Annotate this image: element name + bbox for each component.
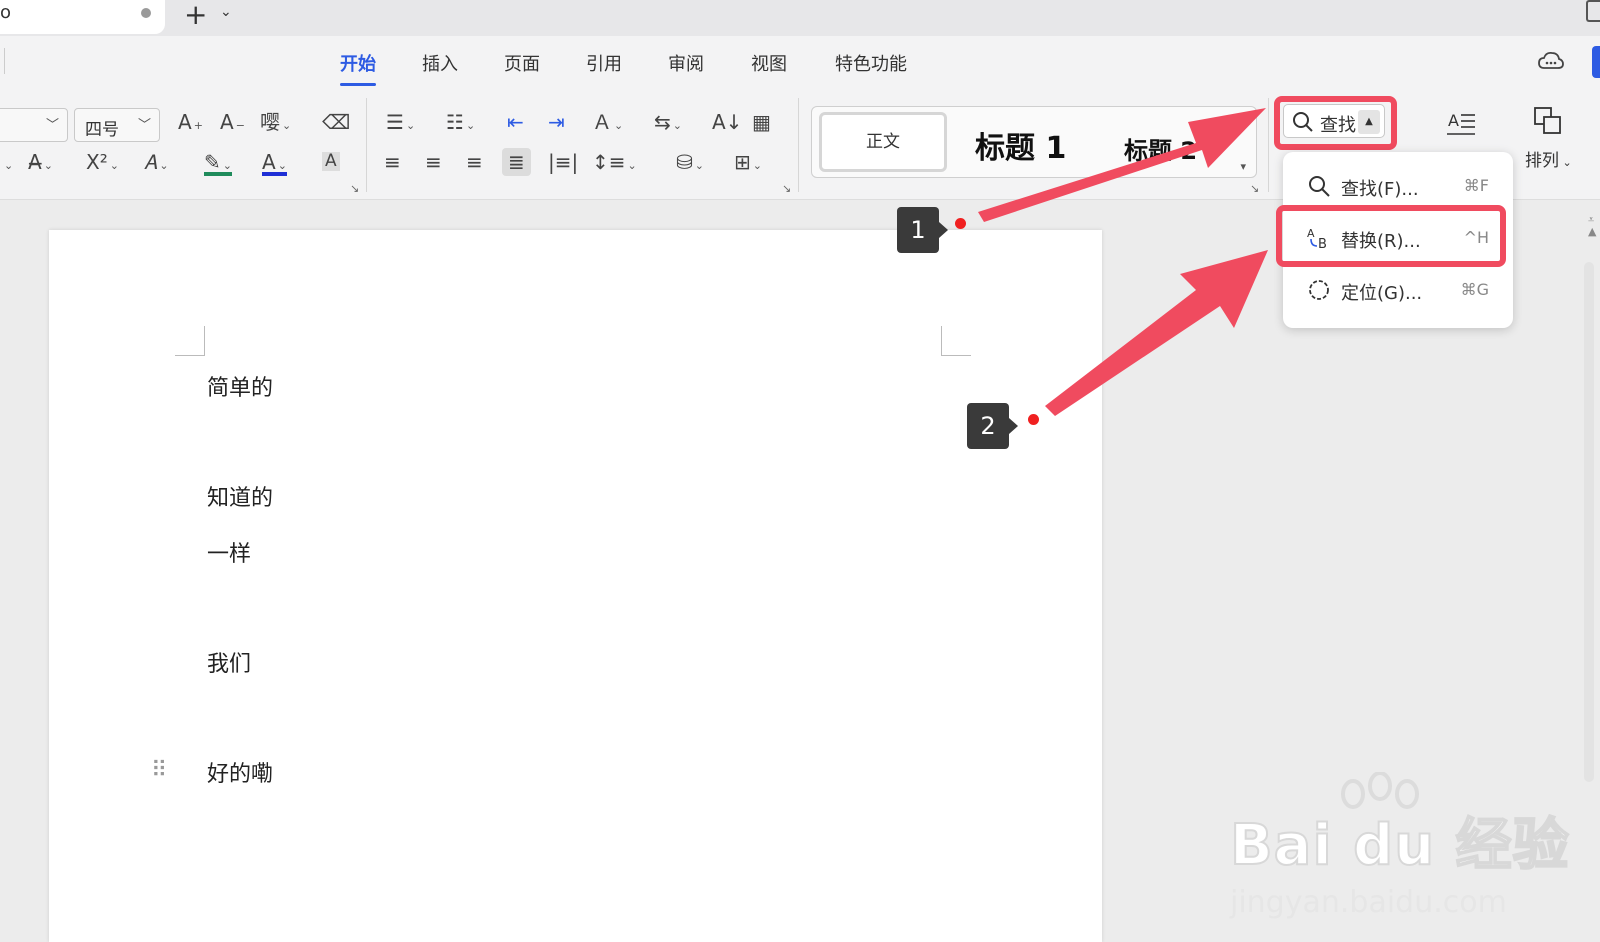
tab-home[interactable]: 开始 — [340, 50, 376, 86]
decrease-indent-icon[interactable]: ⇤ — [507, 112, 524, 132]
align-right-icon[interactable]: ≡ — [466, 152, 483, 172]
find-button-highlight — [1274, 96, 1397, 150]
style-normal[interactable]: 正文 — [819, 112, 947, 172]
paragraph-dialog-launcher-icon[interactable]: ↘ — [782, 182, 791, 195]
bullet-list-icon[interactable]: ☰ ⌄ — [386, 112, 415, 132]
increase-indent-icon[interactable]: ⇥ — [548, 112, 565, 132]
text-box-icon[interactable]: A — [1446, 110, 1476, 138]
crop-mark — [941, 326, 971, 356]
cloud-icon[interactable] — [1538, 50, 1564, 72]
font-dialog-launcher-icon[interactable]: ↘ — [350, 182, 359, 195]
tab-special-features[interactable]: 特色功能 — [835, 50, 907, 76]
divider — [1268, 98, 1269, 192]
paragraph[interactable]: 简单的 — [207, 370, 273, 402]
highlight-color-icon[interactable]: ✎ ⌄ — [204, 152, 232, 176]
tab-strip: o + ⌄ — [0, 0, 1600, 36]
numbered-list-icon[interactable]: ☷ ⌄ — [446, 112, 475, 132]
menu-item-shortcut: ⌘G — [1460, 280, 1489, 299]
font-name-select[interactable]: ﹀ — [0, 108, 68, 142]
watermark: Bai du 经验 jingyan.baidu.com — [1229, 800, 1570, 920]
paragraph[interactable]: 知道的 — [207, 480, 273, 512]
menu-item-goto[interactable]: 定位(G)... ⌘G — [1283, 264, 1513, 316]
align-left-icon[interactable]: ≡ — [384, 152, 401, 172]
document-page[interactable]: 简单的 知道的 一样 我们 好的嘞 ⠿ — [49, 230, 1102, 942]
chevron-down-icon: ﹀ — [137, 118, 151, 133]
menu-item-label: 定位(G)... — [1341, 283, 1423, 304]
paragraph[interactable]: 我们 — [207, 646, 251, 678]
line-break-icon[interactable]: ⇆ ⌄ — [654, 112, 682, 132]
marker-dot — [955, 218, 966, 229]
window-control-button[interactable] — [1586, 0, 1600, 22]
style-gallery: 正文 标题 1 标题 2 ▾ — [811, 106, 1257, 178]
align-center-icon[interactable]: ≡ — [425, 152, 442, 172]
watermark-main: Bai du 经验 — [1229, 812, 1570, 879]
divider — [4, 48, 5, 74]
character-shading-icon[interactable]: A — [322, 152, 340, 171]
borders-icon[interactable]: ⊞ ⌄ — [734, 152, 762, 172]
divider — [798, 98, 799, 192]
font-size-select[interactable]: 四号 ﹀ — [74, 108, 160, 142]
paragraph[interactable]: 好的嘞 — [207, 756, 273, 788]
callout-step-2: 2 — [967, 403, 1018, 449]
share-button[interactable] — [1592, 46, 1600, 78]
strikethrough-icon[interactable]: A̶ ⌄ — [28, 152, 53, 172]
grow-font-icon[interactable]: A + — [178, 112, 203, 132]
watermark-url: jingyan.baidu.com — [1230, 885, 1507, 920]
phonetic-guide-icon[interactable]: 嘤 ⌄ — [260, 112, 291, 132]
font-size-value: 四号 — [85, 120, 119, 140]
new-tab-button[interactable]: + — [184, 0, 207, 31]
unsaved-dot-icon — [141, 8, 151, 18]
tab-insert[interactable]: 插入 — [422, 50, 458, 76]
drag-handle-icon[interactable]: ⠿ — [151, 758, 167, 783]
svg-text:A: A — [1448, 111, 1459, 130]
font-color-icon[interactable]: A ⌄ — [262, 152, 287, 176]
replace-item-highlight — [1276, 205, 1506, 267]
chevron-down-icon: ﹀ — [45, 118, 59, 133]
document-tab-title: o — [0, 2, 12, 23]
style-heading-2[interactable]: 标题 2 — [1124, 131, 1197, 166]
search-icon — [1309, 176, 1330, 197]
paragraph[interactable]: 一样 — [207, 536, 251, 568]
callout-step-1: 1 — [897, 207, 948, 253]
arrange-icon — [1534, 107, 1562, 134]
text-effect-icon[interactable]: 𝐴 ⌄ — [144, 152, 169, 172]
ribbon-tabs: 开始 插入 页面 引用 审阅 视图 特色功能 — [0, 36, 1600, 90]
tab-view[interactable]: 视图 — [751, 50, 787, 76]
justify-icon[interactable]: ≣ — [502, 148, 531, 176]
style-heading-1[interactable]: 标题 1 — [975, 123, 1066, 167]
underline-menu-icon[interactable]: ⌄ — [2, 152, 13, 172]
arrange-label: 排列 — [1525, 151, 1559, 171]
sort-icon[interactable]: A↓ — [712, 112, 742, 132]
new-tab-menu-chevron-icon[interactable]: ⌄ — [220, 4, 232, 20]
distributed-align-icon[interactable]: |≡| — [548, 152, 578, 172]
menu-item-shortcut: ⌘F — [1463, 176, 1489, 195]
arrange-button[interactable]: 排列 ⌄ — [1525, 106, 1572, 171]
tab-references[interactable]: 引用 — [586, 50, 622, 76]
tab-review[interactable]: 审阅 — [668, 50, 704, 76]
menu-item-label: 查找(F)... — [1341, 179, 1419, 200]
superscript-icon[interactable]: X² ⌄ — [86, 152, 119, 172]
text-direction-icon[interactable]: Ａ ⌄ — [592, 112, 623, 132]
paragraph-shading-icon[interactable]: ⛁ ⌄ — [676, 152, 704, 172]
shrink-font-icon[interactable]: A − — [220, 112, 245, 132]
line-spacing-icon[interactable]: ↕≡ ⌄ — [592, 152, 637, 172]
style-gallery-more-icon[interactable]: ▾ — [1240, 160, 1246, 173]
document-tab[interactable]: o — [0, 0, 165, 34]
crop-mark — [175, 326, 205, 356]
vertical-scrollbar[interactable] — [1584, 262, 1594, 782]
clear-format-icon[interactable]: ⌫ — [322, 112, 350, 132]
scroll-up-icon[interactable]: ⩡ ▲ — [1588, 213, 1596, 238]
crosshair-icon — [1309, 280, 1329, 300]
tab-page[interactable]: 页面 — [504, 50, 540, 76]
table-grid-icon[interactable]: ▦ — [752, 112, 771, 132]
marker-dot — [1028, 414, 1039, 425]
divider — [366, 98, 367, 192]
styles-dialog-launcher-icon[interactable]: ↘ — [1250, 182, 1259, 195]
